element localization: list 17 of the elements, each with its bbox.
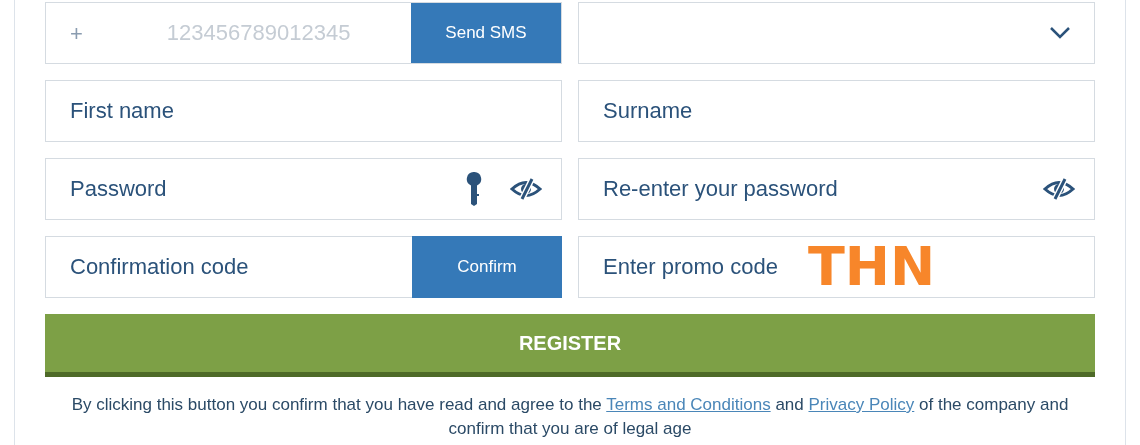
legal-link[interactable]: Privacy Policy <box>808 395 915 414</box>
send-sms-button[interactable]: Send SMS <box>411 3 561 63</box>
text-field[interactable]: Surname <box>578 80 1095 142</box>
password-field[interactable]: Re-enter your password <box>578 158 1095 220</box>
register-button[interactable]: REGISTER <box>45 314 1095 377</box>
eye-slash-icon[interactable] <box>1043 178 1075 200</box>
legal-link[interactable]: Terms and Conditions <box>606 395 771 414</box>
chevron-down-icon <box>1050 27 1070 39</box>
text-field[interactable]: First name <box>45 80 562 142</box>
promo-code-overlay: THN <box>808 238 936 296</box>
legal-notice: By clicking this button you confirm that you have read and agree to the Terms and Conditions and Privacy Policy of the company and confirm that you are of legal age <box>70 394 1070 440</box>
confirmation-code-field[interactable]: Confirmation code <box>45 236 412 298</box>
password-field[interactable]: Password <box>45 158 562 220</box>
confirm-button[interactable]: Confirm <box>412 236 562 298</box>
phone-field[interactable]: + 123456789012345 Send SMS <box>45 2 562 64</box>
phone-prefix: + <box>69 19 83 48</box>
eye-slash-icon[interactable] <box>510 178 542 200</box>
